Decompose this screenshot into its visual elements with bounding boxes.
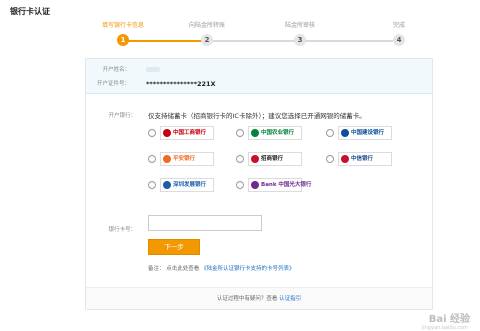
- step-3: 陆金所审核 3: [265, 20, 335, 46]
- bank-card-form: 开户姓名： 开户证件号： ***************221X 开户银行： 仅…: [85, 58, 433, 310]
- certification-guide-link[interactable]: 认证指引: [279, 296, 301, 302]
- step-2: 向陆金所转账 2: [172, 20, 242, 46]
- bank-cmb-icon: [251, 155, 259, 163]
- bank-radio-pingan[interactable]: [148, 155, 156, 163]
- bank-radio-sdb[interactable]: [148, 181, 156, 189]
- next-step-button[interactable]: 下一步: [148, 239, 200, 255]
- bank-select-tip: 仅支持储蓄卡（招商银行卡的IC卡除外）；建议您选择已开通网银的储蓄卡。: [148, 112, 366, 120]
- step-3-label: 陆金所审核: [284, 22, 315, 29]
- bank-ceb-icon: [251, 181, 259, 189]
- bank-radio-ccb[interactable]: [326, 129, 334, 137]
- supported-card-list-link[interactable]: 《陆金所认证银行卡支持的卡号列表》: [201, 266, 295, 272]
- account-info-panel: 开户姓名： 开户证件号： ***************221X: [86, 59, 432, 94]
- bank-radio-cmb[interactable]: [236, 155, 244, 163]
- bank-name-ccb: 中国建设银行: [351, 130, 385, 136]
- step-1-number: 1: [117, 34, 129, 46]
- bank-name-cmb: 招商银行: [261, 156, 284, 162]
- bank-logo-icbc[interactable]: 中国工商银行: [160, 126, 214, 140]
- bank-name-ceb: Bank 中国光大银行: [261, 182, 312, 188]
- bank-icbc-icon: [163, 129, 171, 137]
- help-footer: 认证过程中有疑问？查看 认证指引: [86, 287, 432, 309]
- bank-radio-ceb[interactable]: [236, 181, 244, 189]
- card-number-label: 银行卡号：: [108, 227, 136, 233]
- bank-radio-citic[interactable]: [326, 155, 334, 163]
- bank-logo-pingan[interactable]: 平安银行: [160, 152, 214, 166]
- bank-logo-cmb[interactable]: 招商银行: [248, 152, 302, 166]
- bank-name-abc: 中国农业银行: [261, 130, 295, 136]
- bank-select-label: 开户银行：: [108, 113, 136, 119]
- step-2-number: 2: [201, 34, 213, 46]
- account-id-value: ***************221X: [146, 80, 216, 88]
- watermark-url: jingyan.baidu.com: [421, 325, 468, 331]
- step-1: 填写银行卡信息 1: [88, 20, 158, 46]
- note-prefix: 备注：: [148, 266, 165, 272]
- step-1-label: 填写银行卡信息: [101, 22, 144, 29]
- bank-logo-abc[interactable]: 中国农业银行: [248, 126, 302, 140]
- card-number-input[interactable]: [148, 215, 262, 231]
- step-4: 完成 4: [364, 20, 434, 46]
- bank-radio-abc[interactable]: [236, 129, 244, 137]
- bank-sdb-icon: [163, 181, 171, 189]
- step-2-label: 向陆金所转账: [188, 22, 225, 29]
- bank-logo-sdb[interactable]: 深圳发展银行: [160, 178, 214, 192]
- bank-name-pingan: 平安银行: [173, 156, 196, 162]
- bank-ccb-icon: [341, 129, 349, 137]
- bank-logo-ceb[interactable]: Bank 中国光大银行: [248, 178, 311, 192]
- step-3-number: 3: [294, 34, 306, 46]
- baidu-jingyan-watermark: Bai 经验: [428, 314, 470, 325]
- account-name-value: [146, 67, 160, 72]
- note-text: 备注： 点击此处查看 《陆金所认证银行卡支持的卡号列表》: [148, 264, 295, 272]
- bank-logo-ccb[interactable]: 中国建设银行: [338, 126, 392, 140]
- page-title: 银行卡认证: [10, 7, 50, 16]
- bank-name-sdb: 深圳发展银行: [173, 182, 207, 188]
- bank-abc-icon: [251, 129, 259, 137]
- bank-radio-icbc[interactable]: [148, 129, 156, 137]
- account-name-row: 开户姓名：: [86, 64, 432, 76]
- help-question-text: 认证过程中有疑问？查看: [216, 296, 278, 302]
- bank-name-icbc: 中国工商银行: [173, 130, 207, 136]
- step-4-number: 4: [393, 34, 405, 46]
- account-id-row: 开户证件号： ***************221X: [86, 78, 432, 90]
- account-name-label: 开户姓名：: [102, 67, 130, 73]
- account-id-label: 开户证件号：: [96, 81, 130, 87]
- bank-name-citic: 中信银行: [351, 156, 374, 162]
- step-4-label: 完成: [392, 22, 405, 29]
- progress-steps: 填写银行卡信息 1 向陆金所转账 2 陆金所审核 3 完成 4: [88, 20, 418, 50]
- note-hint: 点击此处查看: [166, 266, 200, 272]
- bank-citic-icon: [341, 155, 349, 163]
- bank-logo-citic[interactable]: 中信银行: [338, 152, 392, 166]
- bank-pingan-icon: [163, 155, 171, 163]
